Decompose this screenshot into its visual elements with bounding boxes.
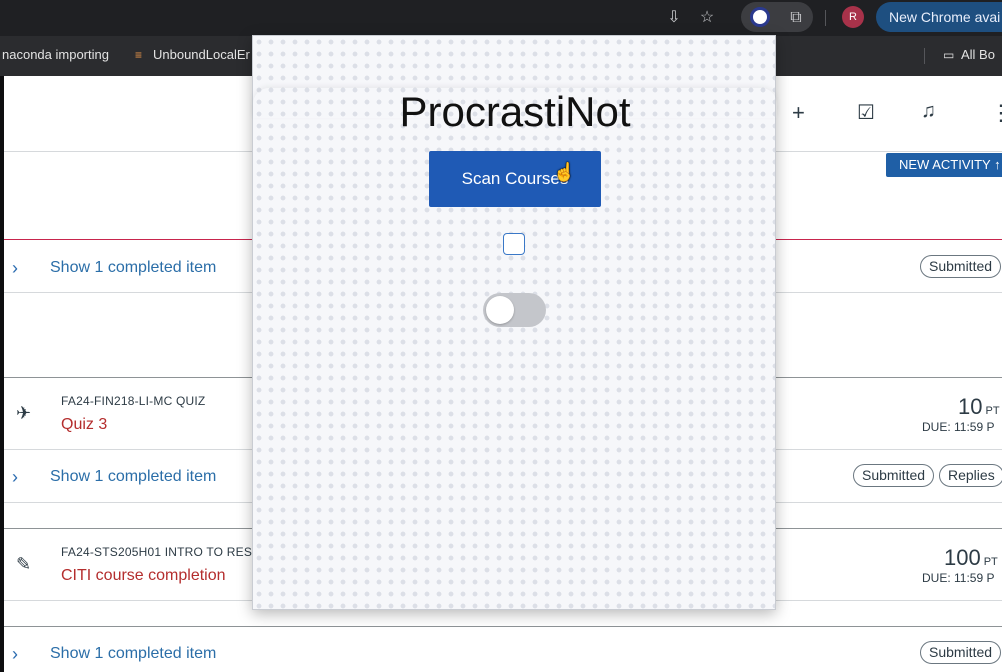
show-completed-link[interactable]: Show 1 completed item [50,259,216,277]
toggle-switch[interactable] [483,293,546,327]
more-menu-icon[interactable]: ⋮ [990,100,1002,126]
points-unit: PT [983,556,998,568]
points: 100 PT [944,545,998,571]
new-activity-button[interactable]: NEW ACTIVITY ↑ [886,153,1002,177]
item-title-link[interactable]: Quiz 3 [61,416,107,434]
assignment-icon: ✎ [16,554,32,574]
replies-badge: Replies [939,464,1002,487]
points: 10 PT [958,394,1000,420]
add-icon[interactable]: + [792,100,805,126]
due-date: DUE: 11:59 P [922,420,995,434]
chevron-right-icon[interactable]: › [12,644,18,665]
profile-avatar[interactable]: R [842,6,864,28]
show-completed-link[interactable]: Show 1 completed item [50,468,216,486]
submitted-badge: Submitted [920,255,1002,278]
hand-cursor-icon: ☝ [553,162,576,182]
procrastinot-extension-icon[interactable] [750,7,770,27]
submitted-badge: Submitted [853,464,935,487]
points-value: 10 [958,394,983,419]
bookmark-star-icon[interactable]: ☆ [695,6,719,30]
points-unit: PT [985,405,1000,417]
bookmark-label: UnboundLocalEr [153,47,250,62]
stackoverflow-icon: ≡ [135,48,143,62]
day-divider [4,626,1002,627]
notifications-bell-icon[interactable]: ♫ [921,100,936,123]
toolbar-separator [825,10,826,26]
app-title: ProcrastiNot [399,88,631,135]
bookmark-item[interactable]: naconda importing [2,47,109,62]
extensions-puzzle-icon[interactable]: ⧉ [784,6,808,30]
chrome-update-button[interactable]: New Chrome avai [876,2,1002,32]
option-checkbox[interactable] [503,233,525,255]
show-completed-link[interactable]: Show 1 completed item [50,645,216,663]
chevron-right-icon[interactable]: › [12,258,18,279]
toggle-knob [486,296,514,324]
install-app-icon[interactable]: ⇩ [662,6,686,30]
due-date: DUE: 11:59 P [922,571,995,585]
bookmark-label: naconda importing [2,47,109,62]
bookmark-item[interactable]: ≡ UnboundLocalEr [135,47,250,62]
course-label: FA24-FIN218-LI-MC QUIZ [61,394,206,408]
browser-toolbar: ⇩ ☆ ⧉ R New Chrome avai [0,0,1002,36]
submitted-badge: Submitted [920,641,1002,664]
item-title-link[interactable]: CITI course completion [61,567,226,585]
course-label: FA24-STS205H01 INTRO TO RES [61,545,253,559]
screen: ⇩ ☆ ⧉ R New Chrome avai naconda importin… [0,0,1002,672]
bookmark-separator [924,48,925,64]
all-bookmarks-item[interactable]: ▭ All Bo [943,47,995,62]
chevron-right-icon[interactable]: › [12,467,18,488]
todo-list-icon[interactable]: ☑ [857,100,875,125]
bookmark-label: All Bo [961,47,995,62]
new-activity-label: NEW ACTIVITY [899,157,991,172]
quiz-rocket-icon: ✈ [16,403,32,423]
folder-icon: ▭ [943,48,955,62]
extension-popup: ProcrastiNot Scan Courses ☝ [252,35,776,610]
points-value: 100 [944,545,981,570]
